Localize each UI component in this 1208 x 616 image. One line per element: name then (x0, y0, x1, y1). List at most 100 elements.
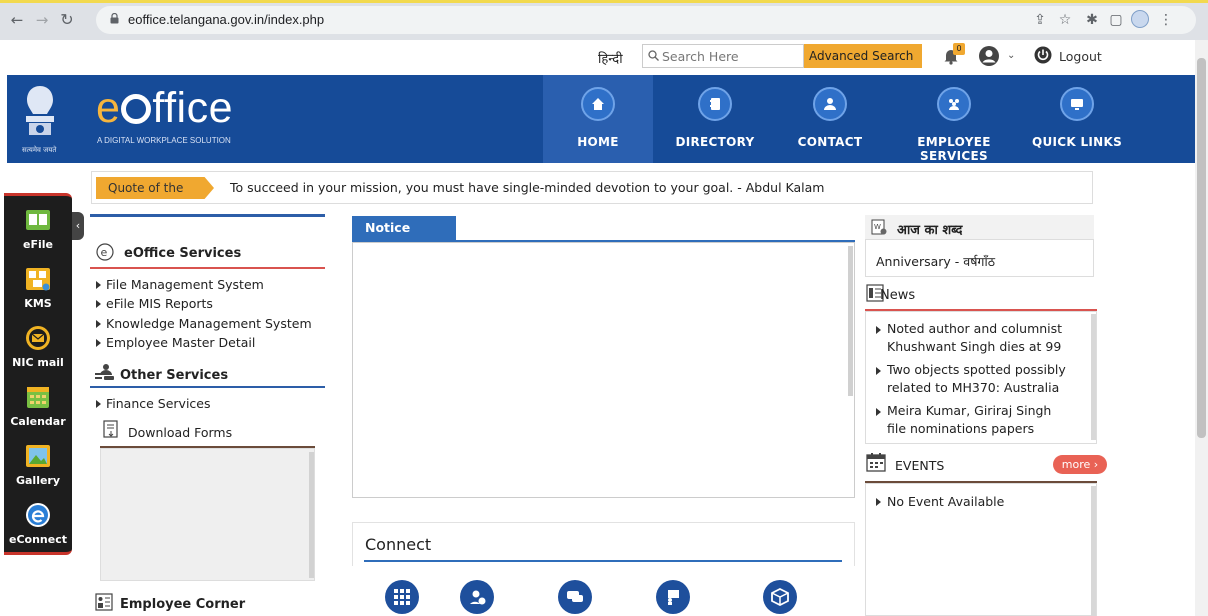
events-title: EVENTS (895, 458, 945, 473)
browser-menu-icon[interactable]: ⋮ (1156, 10, 1176, 30)
national-emblem-icon (26, 86, 54, 135)
quick-links-monitor-icon (1060, 87, 1094, 121)
page-scrollbar-thumb[interactable] (1197, 58, 1206, 438)
bookmark-star-icon[interactable]: ☆ (1055, 10, 1075, 30)
link-knowledge-management-system[interactable]: Knowledge Management System (96, 316, 312, 331)
nav-directory[interactable]: DIRECTORY (660, 75, 770, 163)
dock-item-gallery-label: Gallery (15, 474, 61, 487)
quote-of-the-week-label: Quote of the week (96, 177, 214, 199)
notice-board-scrollbar[interactable] (848, 246, 853, 396)
nav-employee-services[interactable]: EMPLOYEE SERVICES (884, 75, 1024, 163)
events-scrollbar[interactable] (1091, 486, 1096, 616)
nav-home[interactable]: HOME (543, 75, 653, 163)
download-forms-list (100, 448, 315, 581)
home-icon (581, 87, 615, 121)
url-text[interactable]: eoffice.telangana.gov.in/index.php (128, 12, 324, 27)
word-of-day-text: Anniversary - वर्षगाँठ (876, 254, 995, 269)
nav-contact[interactable]: CONTACT (775, 75, 885, 163)
svg-text:W: W (874, 223, 881, 231)
connect-apps-grid-icon[interactable] (385, 580, 419, 614)
news-scrollbar[interactable] (1091, 314, 1096, 440)
download-forms-scrollbar[interactable] (309, 452, 314, 578)
svg-text:e: e (101, 246, 108, 259)
browser-top-strip (0, 0, 1208, 3)
dock-item-nic-mail[interactable]: NIC mail (4, 325, 72, 369)
search-placeholder: Search Here (662, 49, 739, 64)
notification-count-badge: 0 (953, 43, 965, 55)
news-title: News (880, 288, 916, 303)
connect-chat-icon[interactable] (558, 580, 592, 614)
dock-item-gallery[interactable]: Gallery (4, 443, 72, 487)
nav-quick-links[interactable]: QUICK LINKS (1030, 75, 1124, 163)
word-document-icon: W (871, 219, 887, 235)
link-label: File Management System (106, 277, 264, 292)
eoffice-services-divider (90, 267, 325, 269)
efile-icon (26, 210, 50, 230)
back-arrow-icon[interactable]: ← (8, 11, 26, 29)
dock-item-nic-mail-label: NIC mail (12, 356, 64, 369)
notice-board-tab[interactable]: Notice Board (352, 216, 456, 259)
extensions-icon[interactable]: ✱ (1082, 10, 1102, 30)
logout-link[interactable]: Logout (1059, 49, 1102, 64)
link-efile-mis-reports[interactable]: eFile MIS Reports (96, 296, 213, 311)
link-label: Finance Services (106, 396, 211, 411)
nav-contact-label: CONTACT (797, 135, 863, 149)
events-more-button[interactable]: more › (1053, 455, 1107, 474)
nav-quick-links-label: QUICK LINKS (1031, 135, 1123, 149)
dock-collapse-chevron-icon[interactable]: ‹ (72, 212, 84, 240)
share-icon[interactable]: ⇪ (1030, 10, 1050, 30)
kms-icon (26, 268, 50, 291)
dock-item-kms[interactable]: KMS (4, 266, 72, 310)
news-item[interactable]: Noted author and columnist Khushwant Sin… (876, 320, 1076, 356)
eoffice-logo[interactable]: e ffice (96, 84, 233, 133)
link-label: eFile MIS Reports (106, 296, 213, 311)
profile-avatar-icon[interactable] (1130, 10, 1150, 30)
news-item[interactable]: Meira Kumar, Giriraj Singh file nominati… (876, 402, 1076, 438)
news-item-text: Meira Kumar, Giriraj Singh file nominati… (887, 403, 1052, 436)
download-forms-title[interactable]: Download Forms (128, 425, 232, 440)
employee-corner-icon (95, 593, 113, 611)
econnect-icon (26, 503, 50, 527)
news-item[interactable]: Two objects spotted possibly related to … (876, 361, 1076, 397)
link-finance-services[interactable]: Finance Services (96, 396, 211, 411)
sidebar-icon[interactable]: ▢ (1106, 10, 1126, 30)
employee-corner-title: Employee Corner (120, 597, 246, 612)
search-icon (648, 50, 659, 61)
news-item-text: Noted author and columnist Khushwant Sin… (887, 321, 1063, 354)
power-icon[interactable] (1034, 46, 1052, 64)
lock-icon (110, 13, 119, 24)
bullet-arrow-icon (96, 400, 101, 408)
contact-person-icon (813, 87, 847, 121)
gallery-picture-icon (26, 445, 50, 467)
reload-icon[interactable]: ↻ (58, 11, 76, 29)
dock-item-efile[interactable]: eFile (4, 207, 72, 251)
nav-directory-label: DIRECTORY (675, 135, 755, 149)
connect-help-user-icon[interactable] (460, 580, 494, 614)
eoffice-e-icon: e (96, 243, 114, 261)
logo-e: e (96, 84, 121, 132)
connect-presentation-icon[interactable] (656, 580, 690, 614)
bullet-arrow-icon (96, 339, 101, 347)
nav-employee-services-label: EMPLOYEE SERVICES (917, 135, 991, 163)
language-toggle-link[interactable]: हिन्दी (598, 49, 623, 67)
connect-box-icon[interactable] (763, 580, 797, 614)
link-employee-master-detail[interactable]: Employee Master Detail (96, 335, 255, 350)
news-item-text: Two objects spotted possibly related to … (887, 362, 1066, 395)
link-file-management-system[interactable]: File Management System (96, 277, 264, 292)
dock-item-calendar[interactable]: Calendar (4, 384, 72, 428)
eoffice-services-title: eOffice Services (124, 246, 242, 261)
bullet-arrow-icon (876, 325, 881, 334)
user-profile-icon[interactable] (978, 45, 1000, 67)
nav-home-label: HOME (577, 135, 619, 149)
dock-item-econnect[interactable]: eConnect (4, 502, 72, 546)
bullet-arrow-icon (876, 407, 881, 416)
profile-chevron-down-icon[interactable]: ⌄ (1007, 50, 1015, 61)
forward-arrow-icon[interactable]: → (33, 11, 51, 29)
notice-board-content (352, 242, 855, 498)
logo-text: ffice (152, 84, 234, 132)
event-item: No Event Available (876, 494, 1004, 509)
connect-title: Connect (365, 535, 432, 554)
calendar-icon (27, 387, 49, 408)
advanced-search-button[interactable]: Advanced Search ▼ (804, 44, 922, 87)
other-services-title: Other Services (120, 368, 229, 383)
